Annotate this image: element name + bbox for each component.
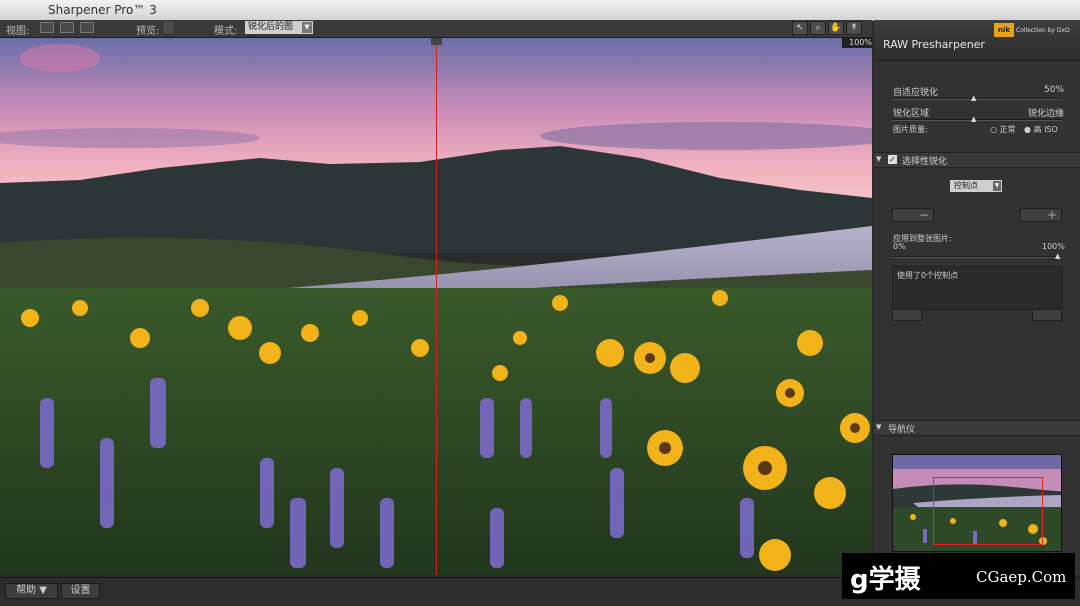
sharpen-areas-label: 锐化区域 — [893, 109, 930, 119]
panel-title: RAW Presharpener — [883, 38, 985, 51]
control-points-info-box: 使用了0个控制点 — [892, 266, 1063, 310]
chevron-down-icon: ▼ — [993, 181, 1001, 191]
preview-label: 预览: — [136, 26, 160, 37]
adaptive-sharpening-label: 自适应锐化 — [893, 88, 939, 98]
chevron-down-icon: ▼ — [876, 423, 882, 431]
watermark: g学摄 CGaep.Com — [842, 553, 1075, 599]
chevron-down-icon: ▼ — [876, 155, 882, 163]
adaptive-sharpening-slider[interactable] — [892, 98, 1062, 100]
title-bar: Sharpener Pro™ 3 — [0, 0, 1080, 21]
sharpen-balance-slider[interactable] — [892, 119, 1062, 121]
watermark-site: CGaep.Com — [976, 568, 1067, 586]
minus-icon: − — [919, 208, 930, 222]
zoom-tool-icon[interactable]: ⌕ — [810, 21, 826, 35]
single-view-icon[interactable] — [40, 22, 54, 33]
slider-thumb-icon[interactable]: ▲ — [971, 115, 976, 123]
slider-thumb-icon[interactable]: ▲ — [1055, 252, 1060, 260]
navigator-label: 导航仪 — [888, 425, 916, 435]
eyedropper-tool-icon[interactable]: ↟ — [846, 21, 862, 35]
selective-sharpening-label: 选择性锐化 — [902, 157, 948, 167]
quality-high-iso-label: 高 ISO — [1033, 125, 1058, 134]
control-point-dropdown-value: 控制点 — [954, 181, 978, 190]
quality-normal-label: 正常 — [999, 125, 1016, 134]
settings-panel: nik Collection by DxO RAW Presharpener 自… — [874, 20, 1080, 575]
zoom-indicator: 100% — [842, 38, 872, 48]
adaptive-sharpening-value: 50% — [1044, 85, 1065, 95]
image-preview[interactable]: 100% — [0, 38, 872, 575]
quality-high-iso-radio[interactable]: ● 高 ISO — [1024, 124, 1058, 135]
nik-logo: nik — [994, 23, 1014, 37]
split-view-icon[interactable] — [60, 22, 74, 33]
control-point-dropdown[interactable]: 控制点 ▼ — [950, 180, 1002, 192]
chevron-down-icon: ▼ — [302, 22, 312, 33]
pointer-tool-icon[interactable]: ↖ — [792, 21, 808, 35]
slider-thumb-icon[interactable]: ▲ — [971, 94, 976, 102]
navigator-viewport-frame[interactable] — [933, 477, 1043, 545]
add-control-point-button[interactable]: + — [1020, 208, 1062, 222]
apply-min-label: 0% — [893, 242, 906, 251]
image-quality-label: 图片质量: — [893, 125, 928, 134]
apply-max-label: 100% — [1042, 242, 1065, 251]
side-by-side-view-icon[interactable] — [80, 22, 94, 33]
split-line[interactable] — [436, 38, 437, 575]
plus-icon: + — [1047, 208, 1058, 222]
selective-sharpening-section[interactable]: ▼ ✓ 选择性锐化 — [874, 152, 1080, 168]
control-points-info-text: 使用了0个控制点 — [897, 271, 959, 280]
remove-control-point-button[interactable]: − — [892, 208, 934, 222]
view-label: 视图: — [6, 26, 30, 37]
info-right-button[interactable] — [1032, 309, 1062, 321]
brand-subtitle: Collection by DxO — [1016, 27, 1070, 34]
mode-select[interactable]: 锐化后的图片 ▼ — [245, 21, 313, 45]
sharpen-edges-label: 锐化边缘 — [1028, 109, 1065, 119]
mode-label: 模式: — [214, 26, 238, 37]
watermark-logo: g学摄 — [850, 565, 921, 595]
apply-opacity-slider[interactable] — [892, 256, 1062, 258]
toolbar: 视图: 预览: 模式: 锐化后的图片 ▼ ↖ ⌕ ✋ ↟ — [0, 20, 872, 45]
info-left-button[interactable] — [892, 309, 922, 321]
preview-checkbox-icon[interactable] — [164, 22, 173, 33]
app-title: Sharpener Pro™ 3 — [48, 3, 157, 17]
hand-tool-icon[interactable]: ✋ — [828, 21, 844, 35]
settings-button[interactable]: 设置 — [61, 583, 100, 599]
help-button[interactable]: 帮助 ▼ — [5, 583, 58, 599]
quality-normal-radio[interactable]: ○ 正常 — [990, 124, 1016, 135]
selective-sharpening-checkbox[interactable]: ✓ — [888, 155, 897, 164]
split-handle[interactable] — [431, 38, 442, 45]
panel-header: nik Collection by DxO RAW Presharpener — [874, 20, 1080, 61]
navigator-section[interactable]: ▼ 导航仪 — [874, 420, 1080, 436]
navigator-thumbnail[interactable] — [892, 454, 1062, 552]
